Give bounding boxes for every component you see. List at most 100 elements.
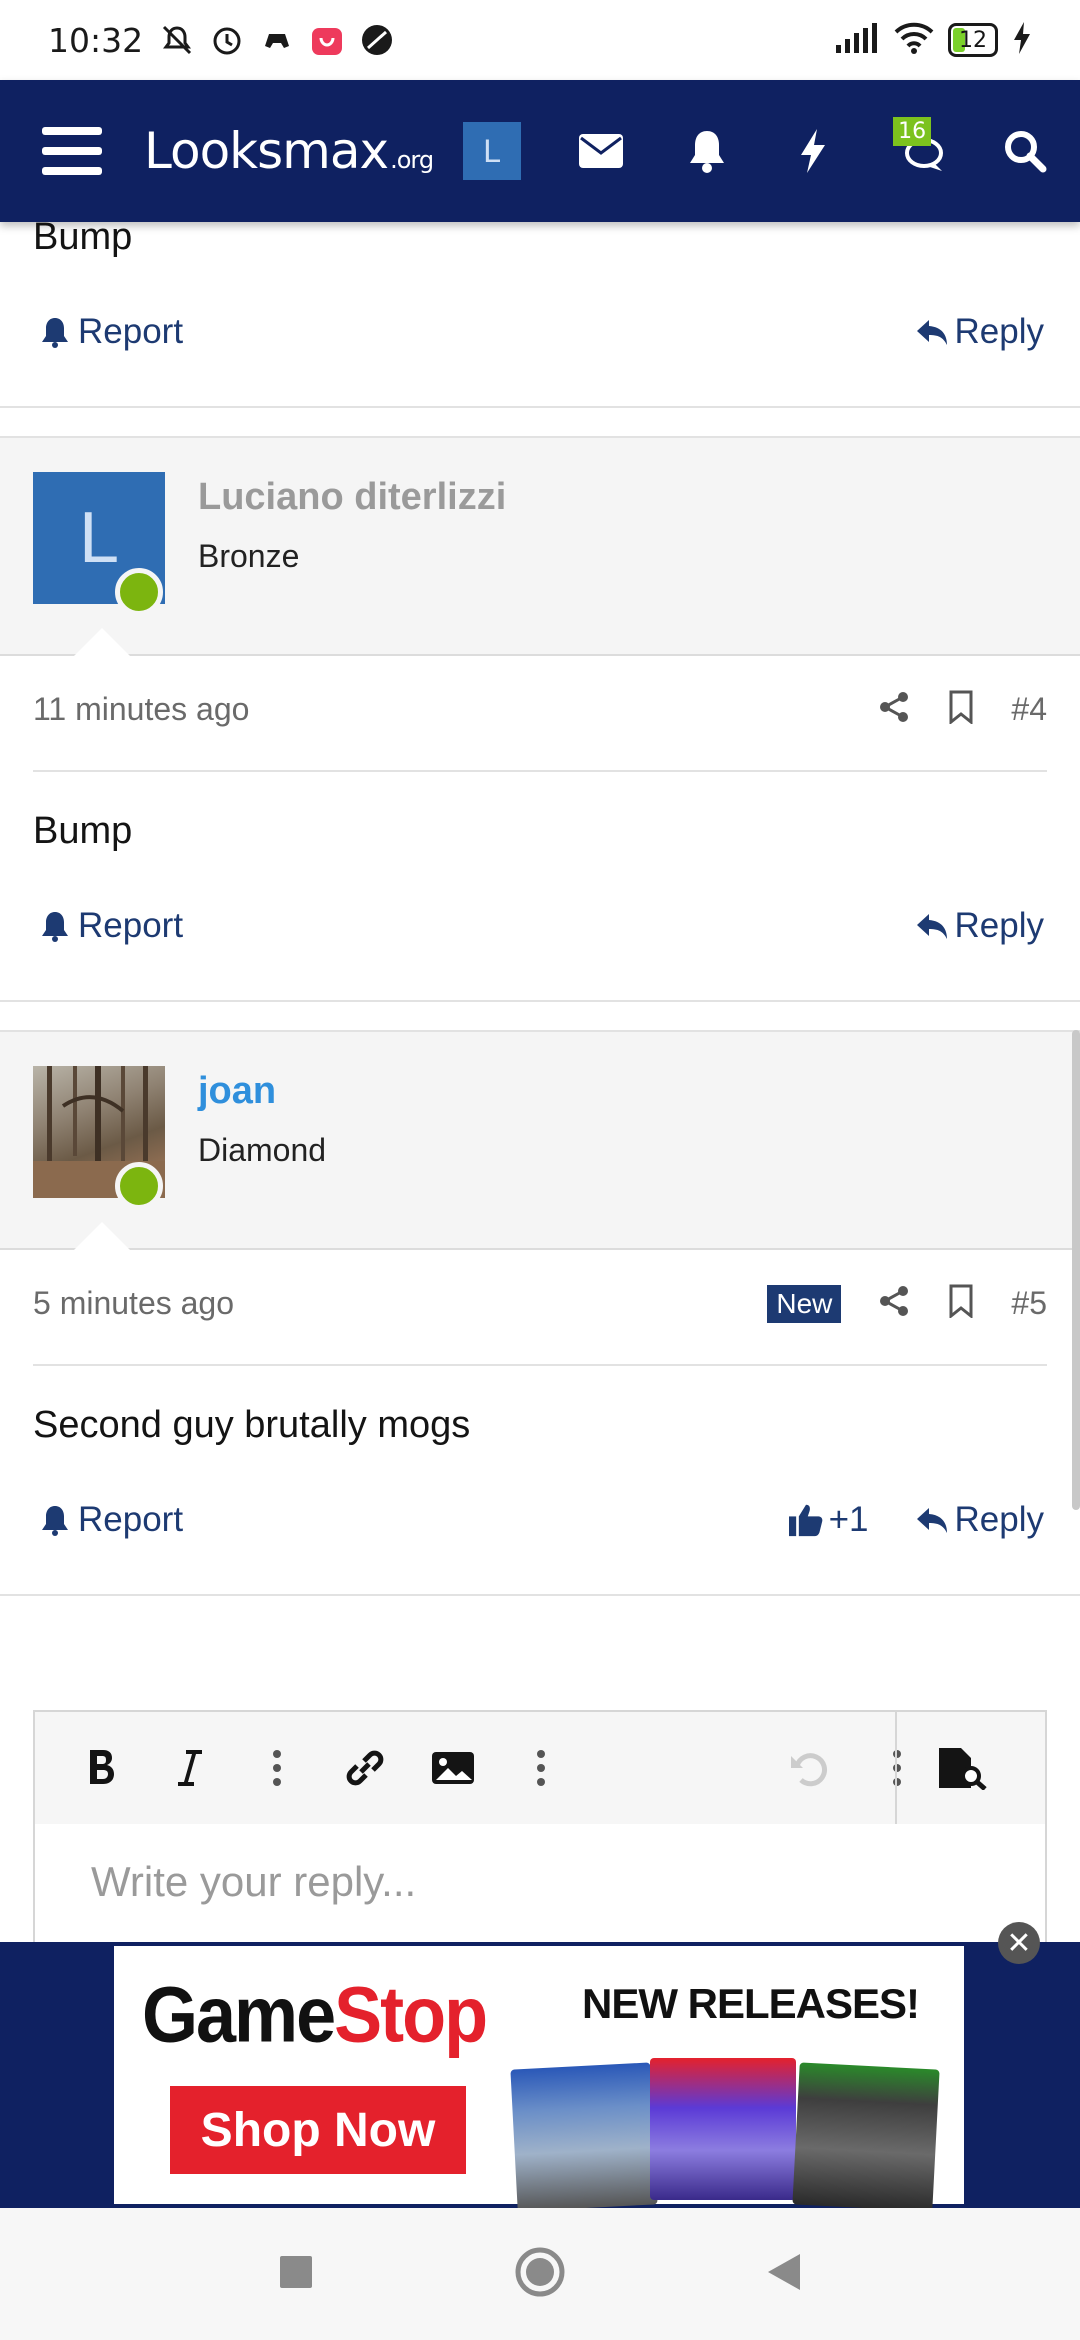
mail-icon[interactable] bbox=[571, 121, 631, 181]
bold-button[interactable] bbox=[75, 1742, 127, 1794]
post-time[interactable]: 5 minutes ago bbox=[33, 1285, 234, 1322]
reply-button[interactable]: Reply bbox=[915, 906, 1044, 946]
alarm-icon bbox=[209, 22, 245, 58]
reply-input[interactable]: Write your reply... bbox=[91, 1858, 416, 1906]
preview-button[interactable] bbox=[935, 1742, 987, 1794]
conversations-badge: 16 bbox=[893, 117, 932, 146]
report-button[interactable]: Report bbox=[38, 312, 183, 352]
scrollbar[interactable] bbox=[1072, 1030, 1080, 1510]
recent-apps-button[interactable] bbox=[278, 2254, 314, 2295]
toolbar-separator bbox=[895, 1712, 897, 1824]
online-indicator bbox=[115, 1162, 163, 1210]
undo-button[interactable] bbox=[783, 1742, 835, 1794]
logo-suffix: .org bbox=[390, 146, 434, 174]
username[interactable]: Luciano diterlizzi bbox=[198, 476, 506, 519]
back-button[interactable] bbox=[766, 2252, 802, 2297]
top-navigation-bar: Looksmax .org L 16 bbox=[0, 80, 1080, 222]
advertisement-banner[interactable]: GameStop Shop Now NEW RELEASES! bbox=[0, 1942, 1080, 2212]
thumbs-up-icon bbox=[788, 1504, 822, 1537]
post-time[interactable]: 11 minutes ago bbox=[33, 691, 249, 728]
report-label: Report bbox=[78, 906, 184, 945]
close-icon[interactable]: ✕ bbox=[998, 1922, 1040, 1964]
divider bbox=[33, 1364, 1047, 1366]
post-body: Bump bbox=[33, 216, 133, 258]
report-label: Report bbox=[78, 1500, 184, 1539]
shop-now-button[interactable]: Shop Now bbox=[170, 2086, 466, 2174]
bookmark-icon[interactable] bbox=[947, 1284, 975, 1323]
more-options-icon[interactable] bbox=[871, 1742, 923, 1794]
more-options-icon[interactable] bbox=[251, 1742, 303, 1794]
game-cover-image bbox=[510, 2062, 658, 2212]
app-icon bbox=[359, 22, 395, 58]
divider bbox=[0, 1000, 1080, 1002]
post-body: Bump bbox=[33, 810, 133, 852]
wifi-icon bbox=[894, 22, 934, 59]
game-cover-image bbox=[792, 2062, 940, 2212]
home-button[interactable] bbox=[514, 2246, 566, 2303]
post-author-block: joan Diamond bbox=[0, 1030, 1080, 1250]
bookmark-icon[interactable] bbox=[947, 690, 975, 729]
menu-icon[interactable] bbox=[42, 127, 102, 175]
mute-icon bbox=[159, 22, 195, 58]
charging-icon bbox=[1012, 21, 1032, 59]
user-rank: Diamond bbox=[198, 1132, 327, 1168]
reply-label: Reply bbox=[954, 906, 1044, 945]
report-button[interactable]: Report bbox=[38, 1500, 183, 1540]
like-button[interactable]: +1 bbox=[788, 1500, 869, 1540]
ad-content[interactable]: GameStop Shop Now NEW RELEASES! bbox=[114, 1946, 964, 2212]
reply-editor[interactable]: Write your reply... bbox=[33, 1710, 1047, 1970]
bell-icon bbox=[42, 1506, 68, 1536]
gamestop-logo: GameStop bbox=[142, 1970, 488, 2060]
reply-icon bbox=[916, 320, 947, 345]
online-indicator bbox=[115, 568, 163, 616]
search-icon[interactable] bbox=[995, 121, 1055, 181]
user-rank: Bronze bbox=[198, 538, 300, 574]
game-cover-image bbox=[650, 2058, 796, 2200]
reply-button[interactable]: Reply bbox=[915, 1500, 1044, 1540]
post-meta: 11 minutes ago #4 bbox=[33, 690, 1047, 729]
bell-icon[interactable] bbox=[677, 121, 737, 181]
reply-icon bbox=[916, 1508, 947, 1533]
bolt-icon[interactable] bbox=[783, 121, 843, 181]
reply-label: Reply bbox=[954, 312, 1044, 351]
reply-icon bbox=[916, 914, 947, 939]
site-logo[interactable]: Looksmax .org bbox=[144, 122, 434, 180]
bell-icon bbox=[42, 912, 68, 942]
post-number[interactable]: #5 bbox=[1011, 1285, 1047, 1322]
status-bar: 10:32 12 bbox=[0, 0, 1080, 80]
new-badge: New bbox=[767, 1284, 842, 1323]
image-button[interactable] bbox=[427, 1742, 479, 1794]
report-label: Report bbox=[78, 312, 184, 351]
signal-icon bbox=[834, 22, 880, 58]
italic-button[interactable] bbox=[163, 1742, 215, 1794]
battery-icon: 12 bbox=[948, 23, 998, 57]
editor-toolbar bbox=[35, 1712, 1045, 1824]
share-icon[interactable] bbox=[877, 690, 911, 729]
reply-label: Reply bbox=[954, 1500, 1044, 1539]
report-button[interactable]: Report bbox=[38, 906, 183, 946]
ad-headline: NEW RELEASES! bbox=[582, 1980, 920, 2027]
more-options-icon[interactable] bbox=[515, 1742, 567, 1794]
link-button[interactable] bbox=[339, 1742, 391, 1794]
brand-part-1: Game bbox=[142, 1971, 336, 2059]
bell-icon bbox=[42, 318, 68, 348]
username[interactable]: joan bbox=[198, 1070, 276, 1113]
account-avatar-button[interactable]: L bbox=[463, 122, 522, 180]
shop-app-icon bbox=[309, 22, 345, 58]
post-author-block: L Luciano diterlizzi Bronze bbox=[0, 436, 1080, 656]
chat-icon[interactable]: 16 bbox=[889, 117, 949, 181]
divider bbox=[0, 1594, 1080, 1596]
share-icon[interactable] bbox=[877, 1284, 911, 1323]
system-navigation-bar bbox=[0, 2208, 1080, 2340]
divider bbox=[0, 406, 1080, 408]
post-number[interactable]: #4 bbox=[1011, 691, 1047, 728]
game-icon bbox=[259, 22, 295, 58]
like-count: +1 bbox=[828, 1500, 869, 1539]
message-pointer bbox=[72, 626, 132, 656]
reply-button[interactable]: Reply bbox=[915, 312, 1044, 352]
message-pointer bbox=[72, 1220, 132, 1250]
post-meta: 5 minutes ago New #5 bbox=[33, 1284, 1047, 1323]
divider bbox=[33, 770, 1047, 772]
status-time: 10:32 bbox=[48, 20, 144, 60]
brand-part-2: Stop bbox=[334, 1971, 488, 2059]
